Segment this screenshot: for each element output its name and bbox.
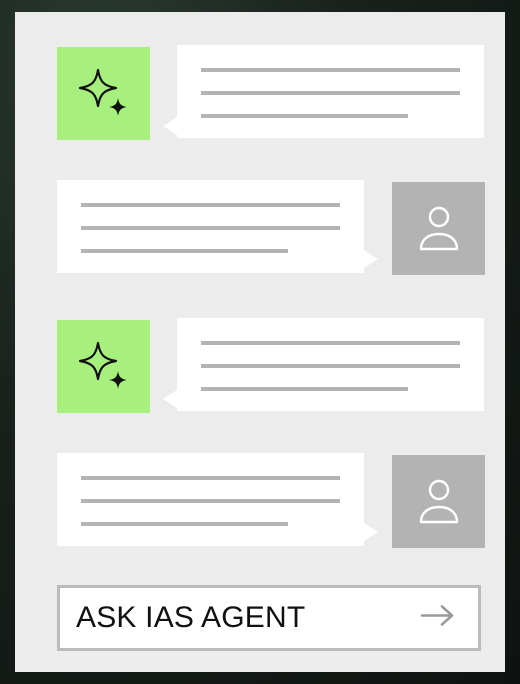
sparkle-icon <box>78 341 127 389</box>
text-placeholder-line <box>201 91 460 95</box>
user-avatar <box>392 455 485 548</box>
bubble-tail <box>163 117 177 135</box>
user-icon <box>419 206 458 250</box>
bubble-tail <box>364 523 378 541</box>
ask-agent-button[interactable]: ASK IAS AGENT <box>57 585 481 651</box>
agent-message-bubble <box>177 318 484 411</box>
text-placeholder-line <box>201 364 460 368</box>
user-message-bubble <box>57 180 364 273</box>
agent-avatar <box>57 320 150 413</box>
bubble-tail <box>163 390 177 408</box>
agent-avatar <box>57 47 150 140</box>
text-placeholder-line <box>81 249 288 253</box>
user-message-bubble <box>57 453 364 546</box>
text-placeholder-line <box>201 387 408 391</box>
user-avatar <box>392 182 485 275</box>
user-icon <box>419 479 458 523</box>
bubble-tail <box>364 250 378 268</box>
text-placeholder-line <box>81 203 340 207</box>
text-placeholder-line <box>81 226 340 230</box>
text-placeholder-line <box>201 341 460 345</box>
text-placeholder-line <box>81 476 340 480</box>
agent-message-bubble <box>177 45 484 138</box>
text-placeholder-line <box>81 499 340 503</box>
ask-agent-label: ASK IAS AGENT <box>76 601 306 634</box>
arrow-right-icon <box>420 604 456 633</box>
sparkle-icon <box>78 68 127 116</box>
text-placeholder-line <box>81 522 288 526</box>
text-placeholder-line <box>201 68 460 72</box>
chat-panel: ASK IAS AGENT <box>15 12 505 672</box>
text-placeholder-line <box>201 114 408 118</box>
